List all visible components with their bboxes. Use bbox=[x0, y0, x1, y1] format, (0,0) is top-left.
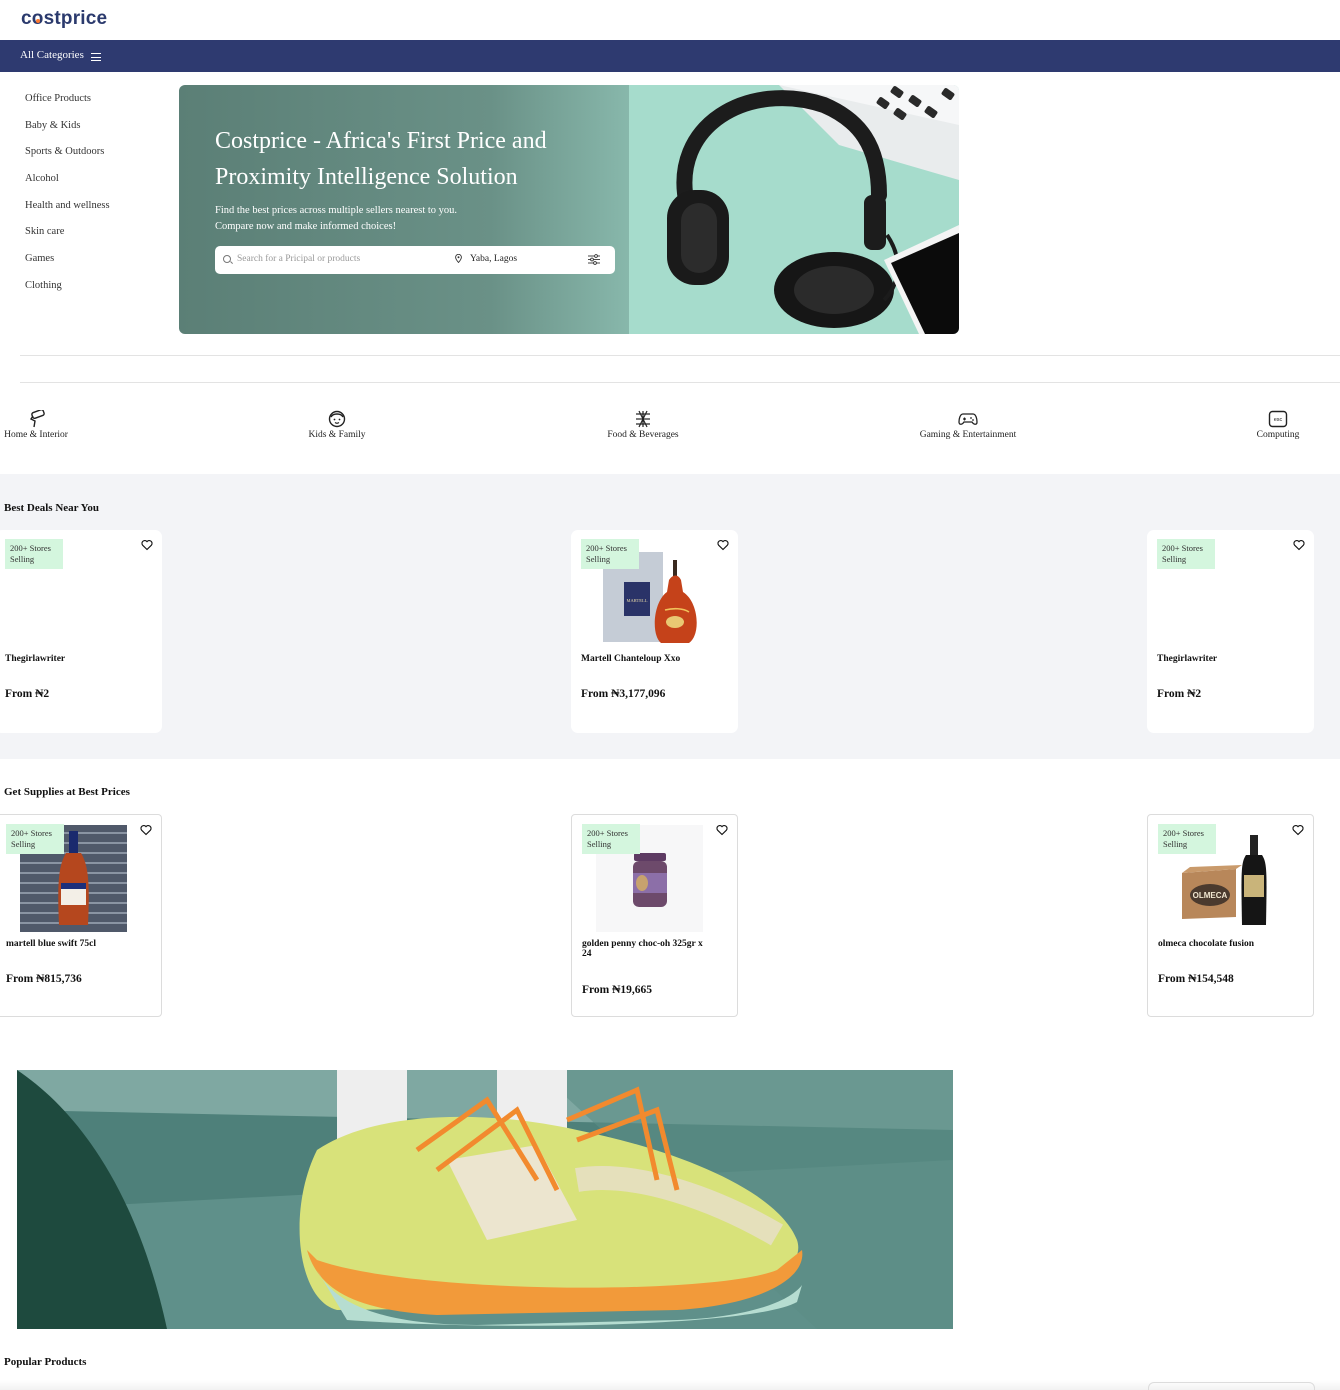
all-categories-button[interactable]: All Categories bbox=[20, 49, 101, 61]
heart-icon[interactable] bbox=[1292, 824, 1304, 836]
location-selector[interactable]: Yaba, Lagos bbox=[470, 254, 517, 264]
filter-icon[interactable] bbox=[588, 254, 600, 265]
product-card[interactable]: 200+ Stores Selling golden penny choc-oh… bbox=[571, 814, 738, 1017]
product-name[interactable]: Martell Chanteloup Xxo bbox=[581, 654, 711, 664]
sidebar-item-games[interactable]: Games bbox=[25, 252, 110, 279]
search-icon bbox=[223, 255, 231, 263]
search-bar[interactable]: Search for a Pricipal or products Yaba, … bbox=[215, 246, 615, 274]
category-food-beverages[interactable]: Food & Beverages bbox=[607, 410, 679, 440]
product-price: From ₦815,736 bbox=[6, 973, 82, 985]
heart-icon[interactable] bbox=[141, 539, 153, 551]
product-price: From ₦3,177,096 bbox=[581, 688, 666, 700]
product-card[interactable]: 200+ Stores Selling Thegirlawriter From … bbox=[0, 530, 162, 733]
product-card[interactable]: MARTELL 200+ Stores Selling Martell Chan… bbox=[571, 530, 738, 733]
product-name[interactable]: Thegirlawriter bbox=[5, 654, 135, 664]
stores-badge: 200+ Stores Selling bbox=[581, 539, 639, 569]
hero-banner: Costprice - Africa's First Price and Pro… bbox=[179, 85, 959, 334]
category-computing[interactable]: esc Computing bbox=[1256, 410, 1300, 440]
hero-title: Costprice - Africa's First Price and Pro… bbox=[215, 128, 547, 190]
product-name[interactable]: Thegirlawriter bbox=[1157, 654, 1287, 664]
category-label: Home & Interior bbox=[4, 430, 68, 440]
stores-badge: 200+ Stores Selling bbox=[1157, 539, 1215, 569]
sidebar-item-office-products[interactable]: Office Products bbox=[25, 92, 110, 119]
stores-badge: 200+ Stores Selling bbox=[1158, 824, 1216, 854]
gamepad-icon bbox=[958, 413, 978, 425]
sidebar-item-alcohol[interactable]: Alcohol bbox=[25, 172, 110, 199]
sneaker-image bbox=[17, 1070, 953, 1329]
category-label: Computing bbox=[1256, 430, 1300, 440]
category-home-interior[interactable]: Home & Interior bbox=[4, 410, 68, 440]
svg-text:MARTELL: MARTELL bbox=[627, 598, 648, 603]
header: costprice bbox=[0, 0, 1340, 40]
heart-icon[interactable] bbox=[1293, 539, 1305, 551]
esc-key-icon: esc bbox=[1268, 410, 1288, 428]
product-price: From ₦19,665 bbox=[582, 984, 653, 996]
utensils-icon bbox=[636, 410, 650, 428]
page-bottom-fade bbox=[0, 1380, 1340, 1390]
best-deals-title: Best Deals Near You bbox=[4, 502, 100, 514]
product-card[interactable]: OLMECA 200+ Stores Selling olmeca chocol… bbox=[1147, 814, 1314, 1017]
all-categories-label: All Categories bbox=[20, 49, 84, 61]
search-input[interactable]: Search for a Pricipal or products bbox=[237, 254, 360, 264]
category-label: Gaming & Entertainment bbox=[919, 430, 1017, 440]
heart-icon[interactable] bbox=[717, 539, 729, 551]
product-price: From ₦2 bbox=[1157, 688, 1202, 700]
hero-subtitle-line2: Compare now and make informed choices! bbox=[215, 221, 397, 232]
stores-badge: 200+ Stores Selling bbox=[582, 824, 640, 854]
svg-text:esc: esc bbox=[1274, 417, 1283, 423]
hero-subtitle: Find the best prices across multiple sel… bbox=[215, 203, 457, 235]
product-price: From ₦154,548 bbox=[1158, 973, 1234, 985]
product-price: From ₦2 bbox=[5, 688, 50, 700]
divider bbox=[20, 382, 1340, 383]
product-card[interactable]: 200+ Stores Selling martell blue swift 7… bbox=[0, 814, 162, 1017]
child-face-icon bbox=[328, 410, 346, 428]
category-bar: All Categories bbox=[0, 40, 1340, 72]
stores-badge: 200+ Stores Selling bbox=[6, 824, 64, 854]
svg-text:OLMECA: OLMECA bbox=[1193, 891, 1228, 900]
stores-badge: 200+ Stores Selling bbox=[5, 539, 63, 569]
paint-roller-icon bbox=[29, 410, 45, 428]
category-kids-family[interactable]: Kids & Family bbox=[308, 410, 366, 440]
location-pin-icon bbox=[455, 254, 462, 263]
menu-icon bbox=[90, 52, 101, 61]
sidebar-item-health-wellness[interactable]: Health and wellness bbox=[25, 199, 110, 226]
supplies-title: Get Supplies at Best Prices bbox=[4, 786, 130, 798]
hero-subtitle-line1: Find the best prices across multiple sel… bbox=[215, 205, 458, 216]
sidebar-item-baby-kids[interactable]: Baby & Kids bbox=[25, 119, 110, 146]
category-gaming-entertainment[interactable]: Gaming & Entertainment bbox=[919, 410, 1017, 440]
sidebar-item-clothing[interactable]: Clothing bbox=[25, 279, 110, 306]
headphones-laptop-image bbox=[629, 85, 959, 334]
product-name[interactable]: martell blue swift 75cl bbox=[6, 939, 136, 949]
heart-icon[interactable] bbox=[716, 824, 728, 836]
promo-banner-sneaker[interactable] bbox=[17, 1070, 953, 1329]
category-label: Kids & Family bbox=[308, 430, 366, 440]
product-card[interactable]: 200+ Stores Selling Thegirlawriter From … bbox=[1147, 530, 1314, 733]
sidebar-item-skin-care[interactable]: Skin care bbox=[25, 225, 110, 252]
popular-products-title: Popular Products bbox=[4, 1356, 87, 1368]
category-label: Food & Beverages bbox=[607, 430, 679, 440]
sidebar-categories: Office Products Baby & Kids Sports & Out… bbox=[25, 92, 110, 306]
product-name[interactable]: golden penny choc-oh 325gr x 24 bbox=[582, 939, 712, 959]
divider bbox=[20, 355, 1340, 356]
product-card[interactable] bbox=[1148, 1382, 1315, 1390]
heart-icon[interactable] bbox=[140, 824, 152, 836]
costprice-logo[interactable]: costprice bbox=[21, 8, 107, 30]
product-name[interactable]: olmeca chocolate fusion bbox=[1158, 939, 1288, 949]
sidebar-item-sports-outdoors[interactable]: Sports & Outdoors bbox=[25, 145, 110, 172]
